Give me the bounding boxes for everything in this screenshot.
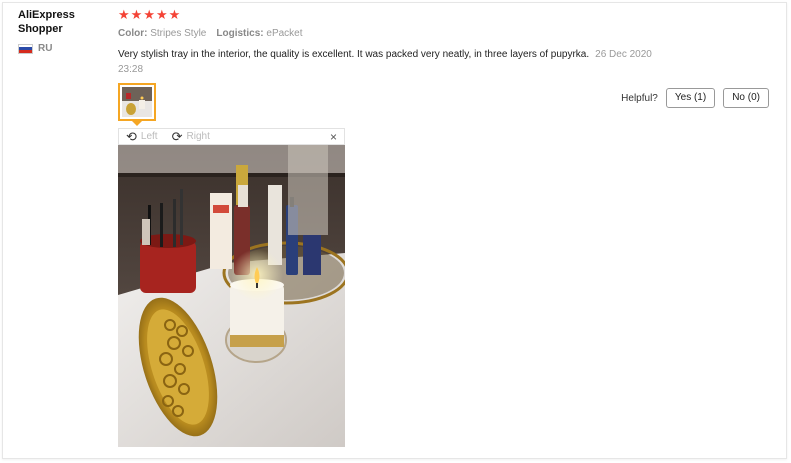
- photo-viewer-toolbar: ⟲ Left ⟳ Right ×: [118, 128, 345, 145]
- product-attributes: Color: Stripes Style Logistics: ePacket: [118, 28, 303, 39]
- rotate-left-button[interactable]: ⟲ Left: [119, 130, 158, 143]
- star-icon: ★: [155, 7, 168, 22]
- close-icon[interactable]: ×: [330, 130, 337, 144]
- star-rating: ★ ★ ★ ★ ★: [118, 8, 180, 22]
- helpful-section: Helpful? Yes (1) No (0): [621, 88, 769, 108]
- helpful-label: Helpful?: [621, 92, 658, 104]
- rotate-left-label: Left: [140, 131, 158, 142]
- logistics-attribute: Logistics: ePacket: [216, 28, 302, 39]
- logistics-attribute-value: ePacket: [266, 28, 303, 39]
- star-icon: ★: [168, 7, 181, 22]
- helpful-yes-button[interactable]: Yes (1): [665, 88, 716, 108]
- rotate-right-button[interactable]: ⟳ Right: [158, 130, 210, 143]
- review-text: Very stylish tray in the interior, the q…: [118, 49, 590, 60]
- review-photo-image: [118, 145, 345, 447]
- reviewer-country: RU: [18, 43, 52, 54]
- star-icon: ★: [130, 7, 143, 22]
- color-attribute-value: Stripes Style: [150, 28, 207, 39]
- color-attribute: Color: Stripes Style: [118, 28, 206, 39]
- star-icon: ★: [118, 7, 130, 22]
- review-photo-thumbnail[interactable]: [118, 83, 156, 121]
- rotate-right-icon: ⟳: [171, 129, 183, 144]
- thumbnail-selected-caret: [132, 121, 142, 126]
- helpful-no-button[interactable]: No (0): [723, 88, 769, 108]
- review-body: Very stylish tray in the interior, the q…: [118, 47, 678, 77]
- color-attribute-label: Color:: [118, 28, 148, 39]
- russia-flag-icon: [18, 43, 33, 54]
- logistics-attribute-label: Logistics:: [216, 28, 264, 39]
- rotate-left-icon: ⟲: [126, 129, 137, 144]
- review-photo-large: [118, 145, 345, 447]
- star-icon: ★: [143, 7, 155, 22]
- rotate-right-label: Right: [186, 131, 210, 142]
- country-code: RU: [38, 43, 53, 54]
- reviewer-name: AliExpress Shopper: [18, 9, 75, 35]
- thumbnail-image: [122, 87, 152, 117]
